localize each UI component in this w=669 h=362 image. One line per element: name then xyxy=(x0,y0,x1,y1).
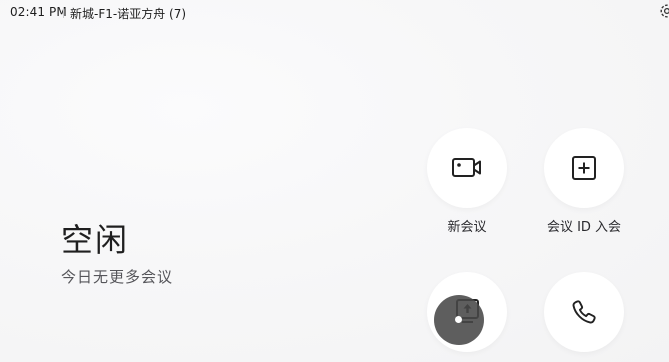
new-meeting-button[interactable] xyxy=(427,128,507,208)
touch-point-dot xyxy=(455,316,462,323)
clock-time: 02:41 PM xyxy=(10,5,67,19)
phone-icon xyxy=(570,298,598,326)
gear-icon[interactable] xyxy=(658,2,669,20)
idle-status-subtitle: 今日无更多会议 xyxy=(61,268,174,286)
room-name: 新城-F1-诺亚方舟 (7) xyxy=(70,7,187,21)
status-bar: 02:41 PM 新城-F1-诺亚方舟 (7) xyxy=(0,0,669,24)
video-camera-icon xyxy=(450,155,484,181)
plus-square-icon xyxy=(570,154,598,182)
idle-home-screen: 02:41 PM 新城-F1-诺亚方舟 (7) 空闲 今日无更多会议 新会议 会… xyxy=(0,0,669,362)
new-meeting-label: 新会议 xyxy=(447,220,487,235)
idle-status-title: 空闲 xyxy=(61,221,130,259)
join-by-id-label: 会议 ID 入会 xyxy=(546,220,622,235)
status-divider xyxy=(63,7,64,18)
join-by-id-button[interactable] xyxy=(544,128,624,208)
phone-call-button[interactable] xyxy=(544,272,624,352)
